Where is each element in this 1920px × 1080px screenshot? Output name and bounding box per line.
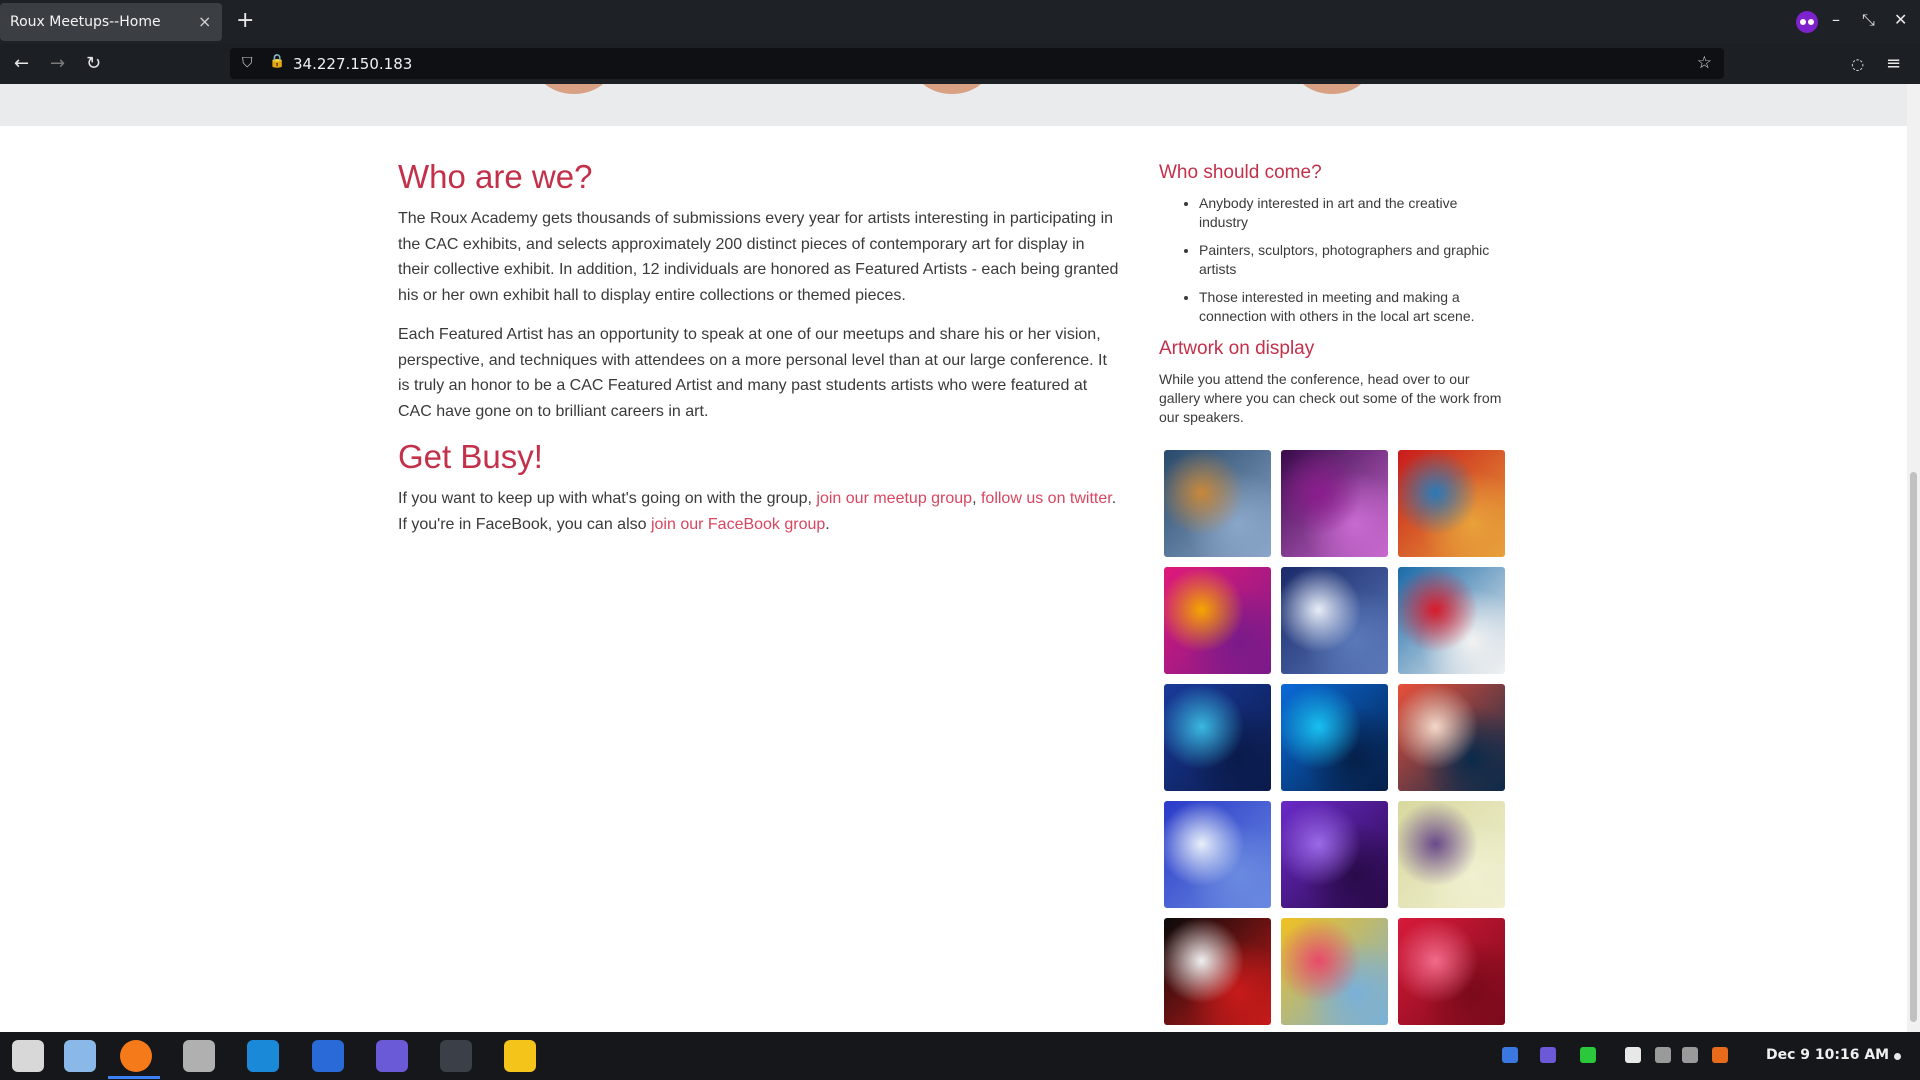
intro-paragraph: The Roux Academy gets thousands of submi… — [398, 210, 1119, 304]
hero-strip — [0, 84, 1907, 126]
text-editor-icon[interactable] — [504, 1040, 536, 1072]
artwork-3-thumbnail[interactable] — [1398, 450, 1505, 557]
zorin-menu-icon[interactable] — [12, 1040, 44, 1072]
terminal-icon[interactable] — [440, 1040, 472, 1072]
link-separator: , — [972, 490, 981, 507]
restore-button[interactable]: ⤡ — [1862, 10, 1875, 30]
artwork-description: While you attend the conference, head ov… — [1159, 371, 1502, 425]
meetup-group-link[interactable]: join our meetup group — [816, 490, 972, 507]
main-content: Who are we? The Roux Academy gets thousa… — [398, 150, 1120, 551]
software-store-icon[interactable] — [247, 1040, 279, 1072]
pocket-icon[interactable]: ◌ — [1851, 55, 1864, 73]
app-p-icon[interactable] — [312, 1040, 344, 1072]
speaker-photo — [1294, 84, 1370, 94]
artwork-11-thumbnail[interactable] — [1281, 801, 1388, 908]
reload-button[interactable]: ↻ — [86, 53, 101, 74]
back-button[interactable]: ← — [14, 53, 29, 74]
tab-close-icon[interactable]: × — [198, 12, 211, 31]
new-tab-button[interactable]: + — [236, 8, 254, 33]
audience-list: Anybody interested in art and the creati… — [1159, 194, 1509, 326]
speaker-photo — [914, 84, 990, 94]
artwork-heading: Artwork on display — [1159, 338, 1315, 359]
sidebar: Who should come? Anybody interested in a… — [1159, 158, 1509, 441]
artwork-9-thumbnail[interactable] — [1398, 684, 1505, 791]
microphone-icon[interactable] — [1682, 1047, 1698, 1063]
artwork-15-thumbnail[interactable] — [1398, 918, 1505, 1025]
teams-tray-icon[interactable] — [1540, 1047, 1556, 1063]
list-item: Anybody interested in art and the creati… — [1199, 194, 1509, 232]
speaker-photo — [536, 84, 612, 94]
who-are-we-heading: Who are we? — [398, 158, 593, 195]
browser-tab-bar: Roux Meetups--Home × + – ⤡ ✕ — [0, 0, 1920, 44]
app-tray-icon[interactable] — [1502, 1047, 1518, 1063]
green-tray-icon[interactable] — [1580, 1047, 1596, 1063]
clock[interactable]: Dec 9 10:16 AM — [1766, 1047, 1889, 1063]
lock-icon[interactable]: 🔒 — [269, 54, 285, 69]
close-window-button[interactable]: ✕ — [1894, 10, 1907, 29]
notification-dot[interactable] — [1894, 1053, 1901, 1060]
battery-icon[interactable] — [1712, 1047, 1728, 1063]
forward-button[interactable]: → — [50, 53, 65, 74]
browser-tab[interactable]: Roux Meetups--Home × — [0, 3, 222, 41]
get-busy-heading: Get Busy! — [398, 438, 543, 475]
artwork-2-thumbnail[interactable] — [1281, 450, 1388, 557]
who-should-come-heading: Who should come? — [1159, 162, 1322, 183]
teams-icon[interactable] — [376, 1040, 408, 1072]
artwork-12-thumbnail[interactable] — [1398, 801, 1505, 908]
bookmark-star-icon[interactable]: ☆ — [1697, 53, 1712, 73]
active-app-indicator — [108, 1076, 160, 1079]
artwork-5-thumbnail[interactable] — [1281, 567, 1388, 674]
artwork-6-thumbnail[interactable] — [1398, 567, 1505, 674]
facebook-group-link[interactable]: join our FaceBook group — [651, 516, 825, 533]
artwork-8-thumbnail[interactable] — [1281, 684, 1388, 791]
workspaces-icon[interactable] — [64, 1040, 96, 1072]
shield-icon[interactable]: ⛉ — [242, 55, 253, 71]
get-busy-text: If you want to keep up with what's going… — [398, 490, 817, 507]
page-scrollbar[interactable] — [1907, 84, 1920, 1032]
url-text[interactable]: 34.227.150.183 — [293, 55, 412, 73]
artwork-10-thumbnail[interactable] — [1164, 801, 1271, 908]
menu-icon[interactable]: ≡ — [1886, 53, 1901, 74]
minimize-button[interactable]: – — [1832, 10, 1840, 29]
twitter-link[interactable]: follow us on twitter — [981, 490, 1112, 507]
artwork-4-thumbnail[interactable] — [1164, 567, 1271, 674]
list-item: Those interested in meeting and making a… — [1199, 288, 1509, 326]
volume-icon[interactable] — [1655, 1047, 1671, 1063]
private-browsing-icon — [1796, 11, 1818, 33]
wifi-icon[interactable] — [1625, 1047, 1641, 1063]
list-item: Painters, sculptors, photographers and g… — [1199, 241, 1509, 279]
get-busy-paragraph: If you want to keep up with what's going… — [398, 486, 1120, 537]
artwork-1-thumbnail[interactable] — [1164, 450, 1271, 557]
artwork-13-thumbnail[interactable] — [1164, 918, 1271, 1025]
tab-title: Roux Meetups--Home — [10, 14, 161, 30]
taskbar: Dec 9 10:16 AM — [0, 1032, 1920, 1080]
get-busy-text: . — [825, 515, 830, 533]
artwork-14-thumbnail[interactable] — [1281, 918, 1388, 1025]
firefox-icon[interactable] — [120, 1040, 152, 1072]
files-icon[interactable] — [183, 1040, 215, 1072]
scrollbar-thumb[interactable] — [1910, 472, 1917, 1022]
artwork-7-thumbnail[interactable] — [1164, 684, 1271, 791]
address-bar[interactable]: ⛉ 🔒 34.227.150.183 ☆ — [230, 48, 1724, 79]
featured-artist-paragraph: Each Featured Artist has an opportunity … — [398, 326, 1107, 420]
